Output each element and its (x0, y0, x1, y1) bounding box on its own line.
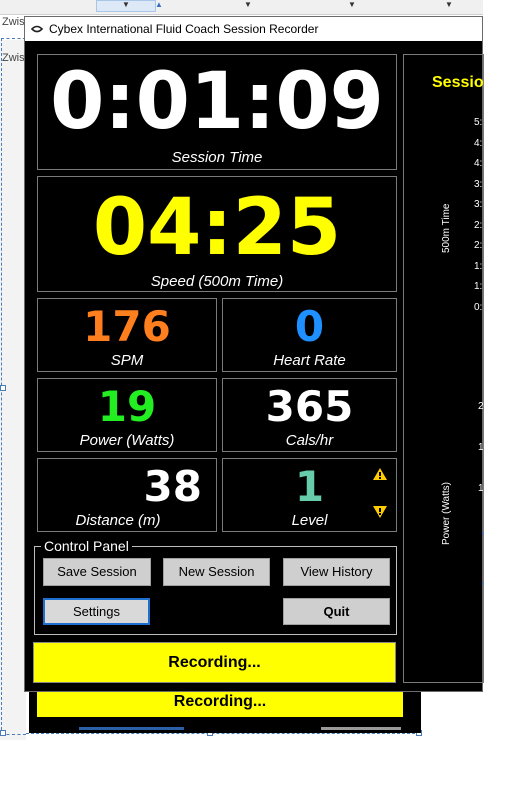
axis-tick-label: 2 (478, 401, 484, 412)
speed-value: 04:25 (92, 183, 342, 273)
speed-panel: 04:25 Speed (500m Time) (37, 176, 397, 292)
chart-series-mark (482, 532, 483, 535)
level-panel: 1 Level (222, 458, 397, 532)
chart-series-mark (482, 582, 483, 585)
speed-label: Speed (500m Time) (150, 273, 284, 290)
quit-button[interactable]: Quit (283, 598, 390, 625)
background-tab-label: Zwis (2, 16, 25, 28)
resize-handle[interactable] (0, 730, 6, 736)
chart-title: Sessio (432, 74, 484, 91)
axis-tick-label: 4: (474, 137, 483, 149)
view-history-button[interactable]: View History (283, 558, 390, 586)
level-value: 1 (294, 462, 325, 511)
session-time-value: 0:01:09 (50, 57, 384, 147)
arrow-up-icon (373, 468, 387, 480)
save-session-button[interactable]: Save Session (43, 558, 151, 586)
resize-handle[interactable] (0, 385, 6, 391)
cals-label: Cals/hr (285, 432, 334, 449)
distance-label: Distance (m) (75, 512, 161, 529)
chevron-down-icon: ▼ (348, 0, 356, 9)
power-value: 19 (97, 382, 157, 431)
axis-tick-label: 1 (478, 442, 484, 453)
heart-rate-panel: 0 Heart Rate (222, 298, 397, 372)
chevron-down-icon: ▼ (244, 0, 252, 9)
background-toolbar: ▼ ▲ ▼ ▼ ▼ (0, 0, 483, 15)
power-axis-label: Power (Watts) (441, 482, 452, 545)
cursor-icon: ▲ (155, 0, 163, 9)
axis-tick-label: 4: (474, 158, 483, 169)
axis-tick-label: 3: (474, 199, 483, 210)
app-icon (30, 23, 44, 37)
session-time-label: Session Time (171, 149, 263, 166)
distance-panel: 38 Distance (m) (37, 458, 217, 532)
cals-value: 365 (265, 382, 354, 431)
axis-tick-label: 1: (474, 260, 483, 272)
axis-tick-label: 1: (474, 281, 483, 292)
heart-rate-value: 0 (294, 302, 325, 351)
recording-button[interactable]: Recording... (33, 642, 396, 683)
speed-axis-label: 500m Time (441, 203, 452, 253)
cals-panel: 365 Cals/hr (222, 378, 397, 452)
axis-tick-label: 2: (474, 219, 483, 231)
level-up-button[interactable] (372, 467, 388, 481)
recorder-window: Cybex International Fluid Coach Session … (24, 16, 484, 692)
session-time-panel: 0:01:09 Session Time (37, 54, 397, 170)
spm-panel: 176 SPM (37, 298, 217, 372)
chart-pane: Sessio 500m Time 5: 4: 4: 3: 3: 2: 2: 1: 1: 0: Po… (403, 54, 484, 683)
chevron-down-icon: ▼ (445, 0, 453, 9)
settings-button[interactable]: Settings (43, 598, 150, 625)
control-panel: Control Panel Save Session New Session V… (34, 538, 397, 635)
background-scroll-indicator (79, 727, 184, 730)
axis-tick-label: 1 (478, 483, 484, 494)
axis-tick-label: 0: (474, 301, 483, 313)
spm-value: 176 (83, 302, 171, 351)
level-label: Level (291, 512, 328, 529)
distance-value: 38 (143, 462, 202, 511)
title-bar[interactable]: Cybex International Fluid Coach Session … (25, 17, 482, 41)
axis-tick-label: 2: (474, 240, 483, 251)
power-panel: 19 Power (Watts) (37, 378, 217, 452)
level-down-button[interactable] (372, 505, 388, 519)
axis-tick-label: 5: (474, 117, 483, 128)
new-session-button[interactable]: New Session (163, 558, 270, 586)
heart-rate-label: Heart Rate (273, 352, 346, 369)
arrow-down-icon (373, 506, 387, 518)
background-scroll-indicator (321, 727, 401, 730)
axis-tick-label: 3: (474, 178, 483, 190)
chevron-down-icon: ▼ (122, 0, 130, 9)
background-selection-frame (26, 733, 420, 734)
power-label: Power (Watts) (79, 432, 175, 449)
window-title: Cybex International Fluid Coach Session … (49, 22, 319, 36)
spm-label: SPM (110, 352, 144, 369)
control-panel-title: Control Panel (41, 538, 132, 554)
